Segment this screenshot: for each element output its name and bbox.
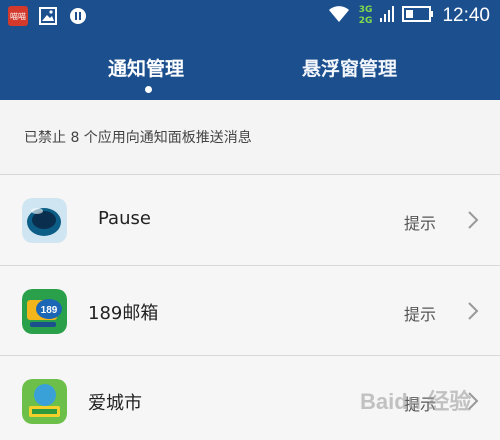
status-bar-right-icons: 3G 2G 12:40 — [327, 4, 490, 28]
blocked-apps-notice: 已禁止 8 个应用向通知面板推送消息 — [0, 100, 500, 174]
tab-bar: 通知管理 悬浮窗管理 — [0, 36, 500, 100]
notice-text: 已禁止 8 个应用向通知面板推送消息 — [24, 130, 252, 146]
image-icon — [38, 6, 58, 26]
network-type: 3G 2G — [359, 5, 373, 27]
mail189-app-icon: 189 — [22, 289, 67, 334]
app-name: 189邮箱 — [88, 303, 159, 324]
status-bar-left-icons: 喵喵 — [8, 6, 88, 26]
app-badge-text: 喵喵 — [10, 11, 26, 21]
svg-text:189: 189 — [41, 305, 58, 316]
active-tab-indicator — [145, 86, 152, 93]
app-row-189mail[interactable]: 189 189邮箱 提示 — [0, 266, 500, 356]
network-bottom-label: 2G — [358, 16, 373, 26]
pause-circle-icon — [68, 6, 88, 26]
aicity-app-icon — [22, 379, 67, 424]
signal-icon — [380, 4, 395, 28]
app-name: Pause — [98, 208, 151, 229]
pause-app-icon — [22, 198, 67, 243]
chevron-right-icon — [466, 210, 480, 230]
chevron-right-icon — [466, 301, 480, 321]
tab-floating-window-management[interactable]: 悬浮窗管理 — [302, 54, 397, 81]
app-status: 提示 — [404, 214, 437, 233]
network-top-label: 3G — [358, 5, 373, 15]
status-time: 12:40 — [442, 5, 490, 26]
app-name: 爱城市 — [88, 393, 142, 414]
app-status: 提示 — [404, 305, 437, 324]
tab-notification-management[interactable]: 通知管理 — [108, 54, 184, 81]
status-bar: 喵喵 3G 2G 12:40 — [0, 0, 500, 36]
baidu-watermark: Baidu 经验 — [360, 389, 472, 414]
wifi-icon — [327, 4, 351, 28]
app-notification-icon: 喵喵 — [8, 6, 28, 26]
app-row-pause[interactable]: Pause 提示 — [0, 175, 500, 265]
battery-icon — [402, 5, 434, 27]
